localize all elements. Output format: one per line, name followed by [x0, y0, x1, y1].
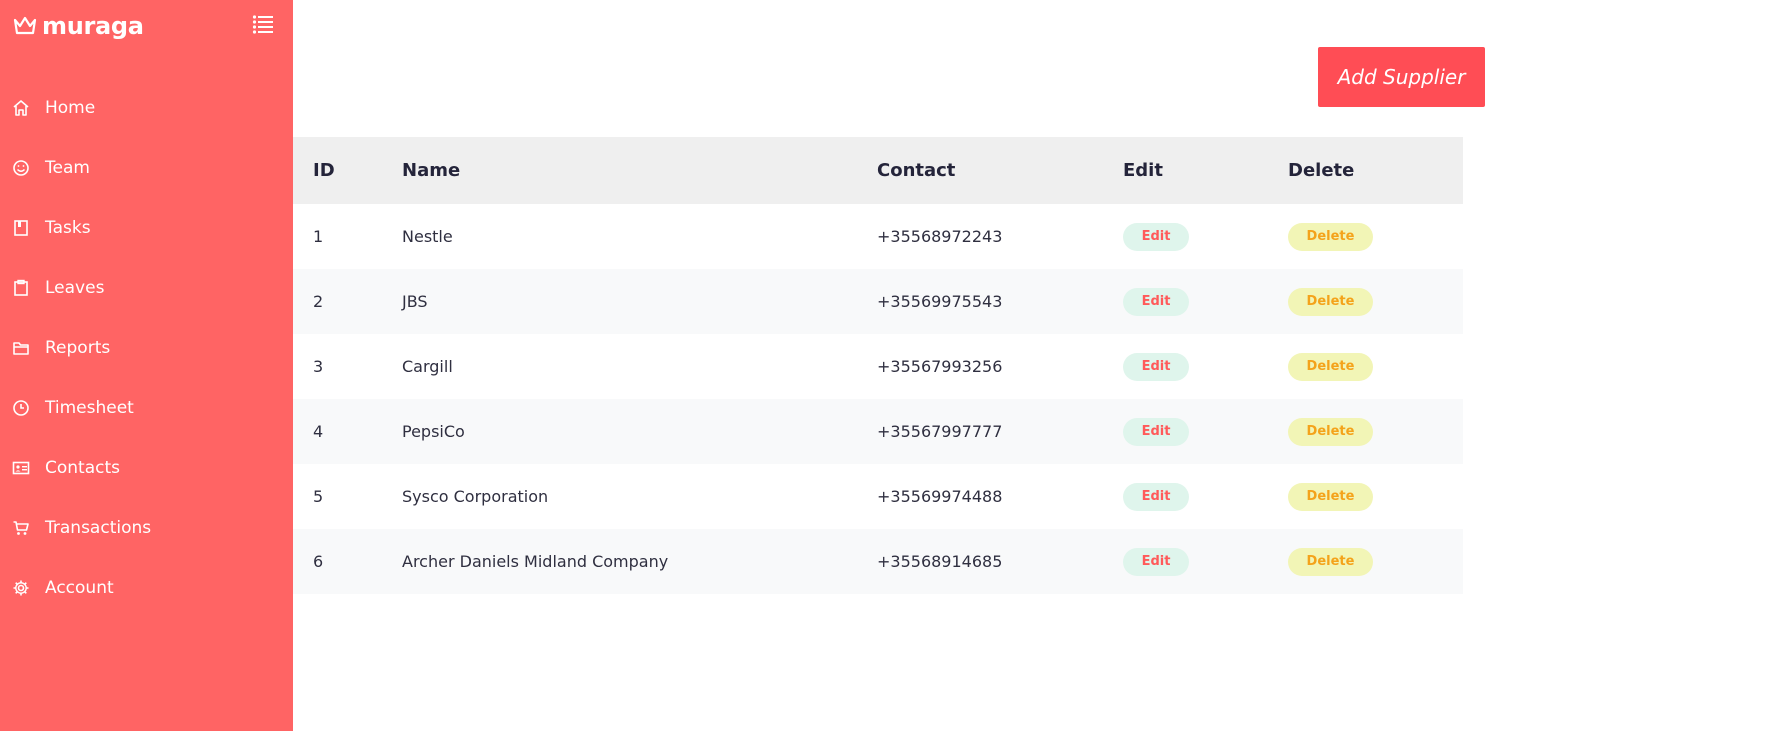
menu-toggle-button[interactable] — [252, 14, 274, 34]
cell-delete: Delete — [1268, 399, 1463, 464]
sidebar-item-tasks[interactable]: Tasks — [0, 198, 293, 258]
edit-button[interactable]: Edit — [1123, 287, 1189, 316]
edit-button[interactable]: Edit — [1123, 352, 1189, 381]
cell-id: 3 — [313, 357, 324, 376]
cell-contact: +35569975543 — [857, 269, 1103, 334]
table-row: 1 Nestle +35568972243 Edit Delete — [293, 204, 1463, 269]
gear-icon — [12, 579, 30, 597]
column-header-name: Name — [382, 137, 857, 204]
suppliers-table: ID Name Contact Edit Delete 1 Nestle +35… — [293, 137, 1463, 594]
sidebar: muraga Home Team Tasks Leaves Reports Ti… — [0, 0, 293, 731]
cell-delete: Delete — [1268, 204, 1463, 269]
smile-icon — [12, 159, 30, 177]
edit-button[interactable]: Edit — [1123, 222, 1189, 251]
edit-button[interactable]: Edit — [1123, 417, 1189, 446]
sidebar-item-account[interactable]: Account — [0, 558, 293, 618]
cell-name: Nestle — [402, 227, 453, 246]
column-header-edit: Edit — [1103, 137, 1268, 204]
cell-name: Cargill — [402, 357, 453, 376]
delete-button[interactable]: Delete — [1288, 352, 1373, 381]
column-header-delete: Delete — [1268, 137, 1463, 204]
cell-id: 5 — [313, 487, 324, 506]
cell-edit: Edit — [1103, 204, 1268, 269]
sidebar-item-team[interactable]: Team — [0, 138, 293, 198]
edit-button[interactable]: Edit — [1123, 547, 1189, 576]
cell-id: 1 — [313, 227, 324, 246]
cell-delete: Delete — [1268, 529, 1463, 594]
column-header-id: ID — [293, 137, 382, 204]
cell-edit: Edit — [1103, 529, 1268, 594]
sidebar-item-label: Account — [45, 578, 114, 598]
cell-edit: Edit — [1103, 334, 1268, 399]
table-row: 6 Archer Daniels Midland Company +355689… — [293, 529, 1463, 594]
cell-contact: +35569974488 — [877, 487, 1003, 506]
cell-edit: Edit — [1103, 399, 1268, 464]
sidebar-item-label: Timesheet — [45, 398, 134, 418]
delete-button[interactable]: Delete — [1288, 222, 1373, 251]
cell-delete: Delete — [1268, 269, 1463, 334]
column-header-contact: Contact — [857, 137, 1103, 204]
crown-icon — [12, 13, 38, 39]
cell-edit: Edit — [1103, 464, 1268, 529]
brand-name: muraga — [42, 12, 144, 40]
book-icon — [12, 219, 30, 237]
sidebar-item-label: Reports — [45, 338, 111, 358]
sidebar-item-label: Leaves — [45, 278, 105, 298]
sidebar-item-contacts[interactable]: Contacts — [0, 438, 293, 498]
cell-contact: +35567997777 — [857, 399, 1103, 464]
sidebar-item-label: Tasks — [45, 218, 91, 238]
cell-name: PepsiCo — [382, 399, 857, 464]
edit-button[interactable]: Edit — [1123, 482, 1189, 511]
sidebar-item-label: Home — [45, 98, 96, 118]
sidebar-nav: Home Team Tasks Leaves Reports Timesheet… — [0, 78, 293, 618]
cell-name: Archer Daniels Midland Company — [382, 529, 857, 594]
table-row: 3 Cargill +35567993256 Edit Delete — [293, 334, 1463, 399]
clipboard-icon — [12, 279, 30, 297]
cart-icon — [12, 519, 30, 537]
sidebar-item-label: Transactions — [45, 518, 152, 538]
delete-button[interactable]: Delete — [1288, 417, 1373, 446]
sidebar-item-leaves[interactable]: Leaves — [0, 258, 293, 318]
cell-name: Sysco Corporation — [402, 487, 549, 506]
cell-delete: Delete — [1268, 464, 1463, 529]
cell-id: 2 — [293, 269, 382, 334]
table-header-row: ID Name Contact Edit Delete — [293, 137, 1463, 204]
sidebar-item-home[interactable]: Home — [0, 78, 293, 138]
sidebar-item-label: Contacts — [45, 458, 120, 478]
sidebar-item-label: Team — [45, 158, 90, 178]
cell-id: 4 — [293, 399, 382, 464]
main-content: Add Supplier ID Name Contact Edit Delete… — [293, 0, 1766, 731]
folder-icon — [12, 339, 30, 357]
cell-contact: +35567993256 — [877, 357, 1003, 376]
table-row: 5 Sysco Corporation +35569974488 Edit De… — [293, 464, 1463, 529]
delete-button[interactable]: Delete — [1288, 482, 1373, 511]
list-icon — [252, 15, 274, 38]
table-row: 2 JBS +35569975543 Edit Delete — [293, 269, 1463, 334]
cell-name: JBS — [382, 269, 857, 334]
cell-edit: Edit — [1103, 269, 1268, 334]
cell-contact: +35568914685 — [857, 529, 1103, 594]
cell-id: 6 — [293, 529, 382, 594]
table-row: 4 PepsiCo +35567997777 Edit Delete — [293, 399, 1463, 464]
home-icon — [12, 99, 30, 117]
contact-card-icon — [12, 459, 30, 477]
clock-icon — [12, 399, 30, 417]
sidebar-item-transactions[interactable]: Transactions — [0, 498, 293, 558]
sidebar-item-timesheet[interactable]: Timesheet — [0, 378, 293, 438]
delete-button[interactable]: Delete — [1288, 287, 1373, 316]
cell-delete: Delete — [1268, 334, 1463, 399]
cell-contact: +35568972243 — [877, 227, 1003, 246]
brand-logo[interactable]: muraga — [12, 10, 144, 42]
sidebar-item-reports[interactable]: Reports — [0, 318, 293, 378]
delete-button[interactable]: Delete — [1288, 547, 1373, 576]
add-supplier-button[interactable]: Add Supplier — [1318, 47, 1485, 107]
